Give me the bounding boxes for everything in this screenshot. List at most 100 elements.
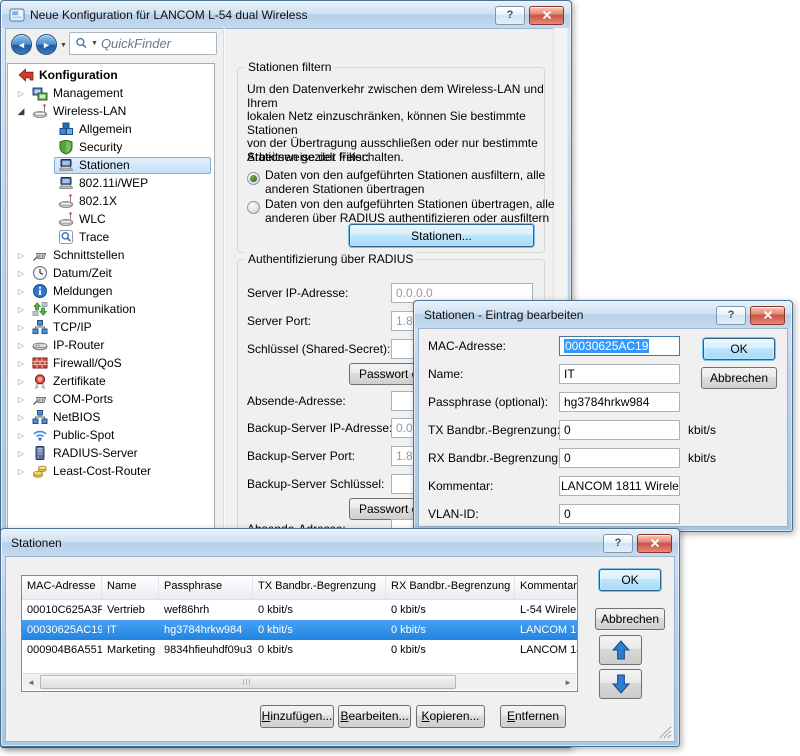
tx-limit-field[interactable]: 0	[559, 420, 680, 440]
comment-field[interactable]: LANCOM 1811 Wireless	[559, 476, 680, 496]
expand-icon[interactable]: ▷	[14, 305, 28, 314]
expand-icon[interactable]: ▷	[14, 323, 28, 332]
table-row[interactable]: 00030625AC19IThg3784hrkw9840 kbit/s0 kbi…	[22, 620, 577, 640]
sidebar-item-label: Firewall/QoS	[53, 356, 122, 370]
expand-icon[interactable]: ▷	[14, 395, 28, 404]
back-button[interactable]: ◄	[11, 34, 32, 55]
sidebar-item-konfiguration[interactable]: Konfiguration	[10, 66, 211, 84]
vlan-id-label: VLAN-ID:	[428, 507, 479, 521]
stations-window: Stationen ? MAC-Adresse Name Passphrase …	[0, 528, 680, 747]
sidebar-item-com-ports[interactable]: ▷ COM-Ports	[10, 390, 211, 408]
radio-transfer[interactable]	[247, 201, 260, 214]
sidebar-item-netbios[interactable]: ▷NetBIOS	[10, 408, 211, 426]
cancel-button[interactable]: Abbrechen	[595, 608, 665, 630]
vlan-id-field[interactable]: 0	[559, 504, 680, 524]
mac-address-field[interactable]: 00030625AC19	[559, 336, 680, 356]
sidebar-item-wireless-lan[interactable]: ◢Wireless-LAN	[10, 102, 211, 120]
expand-icon[interactable]: ▷	[14, 341, 28, 350]
radio-filter-out-label[interactable]: Daten von den aufgeführten Stationen aus…	[265, 168, 545, 196]
sidebar-item-wlc[interactable]: WLC	[10, 210, 211, 228]
sidebar-item-label: COM-Ports	[53, 392, 113, 406]
scrollbar-thumb[interactable]	[40, 675, 456, 689]
sidebar-item-firewall-qos[interactable]: ▷ Firewall/QoS	[10, 354, 211, 372]
column-header-tx[interactable]: TX Bandbr.-Begrenzung	[253, 576, 386, 599]
laptop-icon	[58, 157, 74, 173]
scroll-left-icon[interactable]: ◄	[23, 674, 39, 690]
help-button[interactable]: ?	[716, 306, 746, 325]
table-row[interactable]: 00010C625A3FVertriebwef86hrh0 kbit/s0 kb…	[22, 600, 577, 620]
radio-filter-out[interactable]	[247, 172, 260, 185]
table-row[interactable]: 000904B6A551Marketing9834hfieuhdf09u30 k…	[22, 640, 577, 660]
sidebar-item-datum-zeit[interactable]: ▷Datum/Zeit	[10, 264, 211, 282]
horizontal-scrollbar[interactable]: ◄ ►	[23, 673, 576, 690]
close-button[interactable]	[637, 534, 672, 553]
sidebar-item-trace[interactable]: Trace	[10, 228, 211, 246]
add-button[interactable]: Hinzufügen...	[260, 705, 334, 728]
sidebar-item-tcp-ip[interactable]: ▷TCP/IP	[10, 318, 211, 336]
sidebar-item-ip-router[interactable]: ▷IP-Router	[10, 336, 211, 354]
help-button[interactable]: ?	[603, 534, 633, 553]
nav-dropdown-icon[interactable]: ▼	[60, 42, 67, 49]
remove-button[interactable]: Entfernen	[500, 705, 566, 728]
expand-icon[interactable]: ▷	[14, 287, 28, 296]
sidebar-item-stationen[interactable]: Stationen	[10, 156, 211, 174]
main-titlebar[interactable]: Neue Konfiguration für LANCOM L-54 dual …	[2, 2, 570, 28]
window-title: Stationen	[11, 536, 599, 550]
scroll-right-icon[interactable]: ►	[560, 674, 576, 690]
move-down-button[interactable]	[599, 669, 642, 699]
column-header-name[interactable]: Name	[102, 576, 159, 599]
sidebar-item-security[interactable]: Security	[10, 138, 211, 156]
column-header-comment[interactable]: Kommentar	[515, 576, 578, 599]
forward-button[interactable]: ►	[36, 34, 57, 55]
column-header-rx[interactable]: RX Bandbr.-Begrenzung	[386, 576, 515, 599]
collapse-icon[interactable]: ◢	[14, 106, 28, 117]
ok-button[interactable]: OK	[599, 569, 661, 591]
stations-table[interactable]: MAC-Adresse Name Passphrase TX Bandbr.-B…	[21, 575, 578, 692]
sidebar-item-least-cost-router[interactable]: ▷Least-Cost-Router	[10, 462, 211, 480]
scrollbar-track[interactable]	[39, 674, 560, 690]
cancel-button[interactable]: Abbrechen	[701, 367, 777, 389]
sidebar-item-802-1x[interactable]: 802.1X	[10, 192, 211, 210]
server-port-label: Server Port:	[247, 314, 311, 328]
search-dropdown-icon[interactable]: ▼	[91, 40, 98, 47]
expand-icon[interactable]: ▷	[14, 467, 28, 476]
ok-button[interactable]: OK	[703, 338, 775, 360]
sidebar-item-schnittstellen[interactable]: ▷Schnittstellen	[10, 246, 211, 264]
sidebar-item-meldungen[interactable]: ▷Meldungen	[10, 282, 211, 300]
expand-icon[interactable]: ▷	[14, 377, 28, 386]
stations-button[interactable]: Stationen...	[349, 224, 534, 247]
expand-icon[interactable]: ▷	[14, 89, 28, 98]
sidebar-item-public-spot[interactable]: ▷Public-Spot	[10, 426, 211, 444]
edit-dialog-titlebar[interactable]: Stationen - Eintrag bearbeiten ?	[415, 302, 791, 328]
help-button[interactable]: ?	[495, 6, 525, 25]
table-header[interactable]: MAC-Adresse Name Passphrase TX Bandbr.-B…	[22, 576, 577, 600]
stations-titlebar[interactable]: Stationen ?	[2, 530, 678, 556]
column-header-mac[interactable]: MAC-Adresse	[22, 576, 102, 599]
sidebar-item-802-11i-wep[interactable]: 802.11i/WEP	[10, 174, 211, 192]
sidebar-item-zertifikate[interactable]: ▷Zertifikate	[10, 372, 211, 390]
sidebar-item-management[interactable]: ▷Management	[10, 84, 211, 102]
sidebar-item-kommunikation[interactable]: ▷Kommunikation	[10, 300, 211, 318]
close-button[interactable]	[750, 306, 785, 325]
close-button[interactable]	[529, 6, 564, 25]
expand-icon[interactable]: ▷	[14, 413, 28, 422]
edit-button[interactable]: Bearbeiten...	[338, 705, 411, 728]
expand-icon[interactable]: ▷	[14, 449, 28, 458]
sidebar-item-radius-server[interactable]: ▷RADIUS-Server	[10, 444, 211, 462]
resize-grip[interactable]	[659, 726, 672, 739]
expand-icon[interactable]: ▷	[14, 269, 28, 278]
expand-icon[interactable]: ▷	[14, 431, 28, 440]
name-field[interactable]: IT	[559, 364, 680, 384]
column-header-passphrase[interactable]: Passphrase	[159, 576, 253, 599]
copy-button[interactable]: Kopieren...	[416, 705, 485, 728]
rx-limit-field[interactable]: 0	[559, 448, 680, 468]
move-up-button[interactable]	[599, 635, 642, 665]
expand-icon[interactable]: ▷	[14, 359, 28, 368]
quickfinder-input[interactable]: ▼ QuickFinder	[69, 32, 217, 55]
table-cell: 00030625AC19	[22, 624, 102, 636]
clock-icon	[32, 265, 48, 281]
radio-transfer-label[interactable]: Daten von den aufgeführten Stationen übe…	[265, 197, 555, 225]
sidebar-item-allgemein[interactable]: Allgemein	[10, 120, 211, 138]
expand-icon[interactable]: ▷	[14, 251, 28, 260]
passphrase-field[interactable]: hg3784hrkw984	[559, 392, 680, 412]
